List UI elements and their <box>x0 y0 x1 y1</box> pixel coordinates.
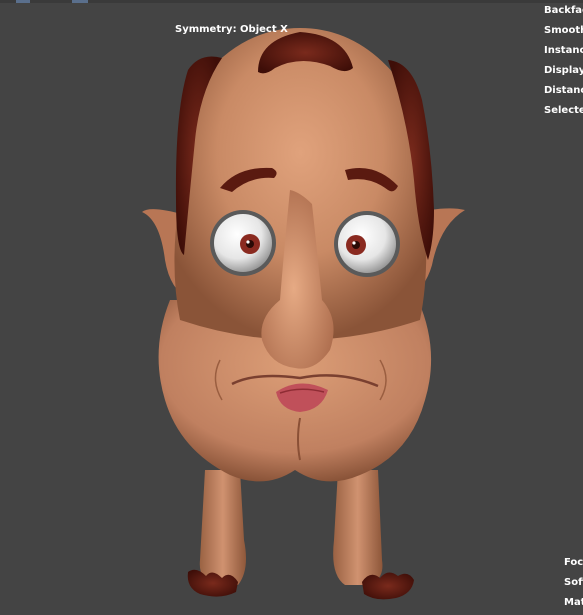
selected-option-label[interactable]: Selecte <box>544 104 583 124</box>
symmetry-status-label: Symmetry: Object X <box>175 24 288 35</box>
display-option-label[interactable]: Display <box>544 64 583 84</box>
distance-option-label[interactable]: Distance <box>544 84 583 104</box>
viewport-bottom-options: Foc Soft Mat <box>564 556 583 615</box>
backface-option-label[interactable]: Backfac <box>544 4 583 24</box>
focal-option-label[interactable]: Foc <box>564 556 583 576</box>
material-option-label[interactable]: Mat <box>564 596 583 615</box>
viewport-options-panel: Backfac Smoothe Instance Display Distanc… <box>544 4 583 124</box>
soft-option-label[interactable]: Soft <box>564 576 583 596</box>
instance-option-label[interactable]: Instance <box>544 44 583 64</box>
3d-viewport[interactable]: Symmetry: Object X Backfac Smoothe Insta… <box>0 0 583 615</box>
legs <box>187 470 414 600</box>
cartoon-head-model[interactable] <box>0 0 583 615</box>
smooth-option-label[interactable]: Smoothe <box>544 24 583 44</box>
